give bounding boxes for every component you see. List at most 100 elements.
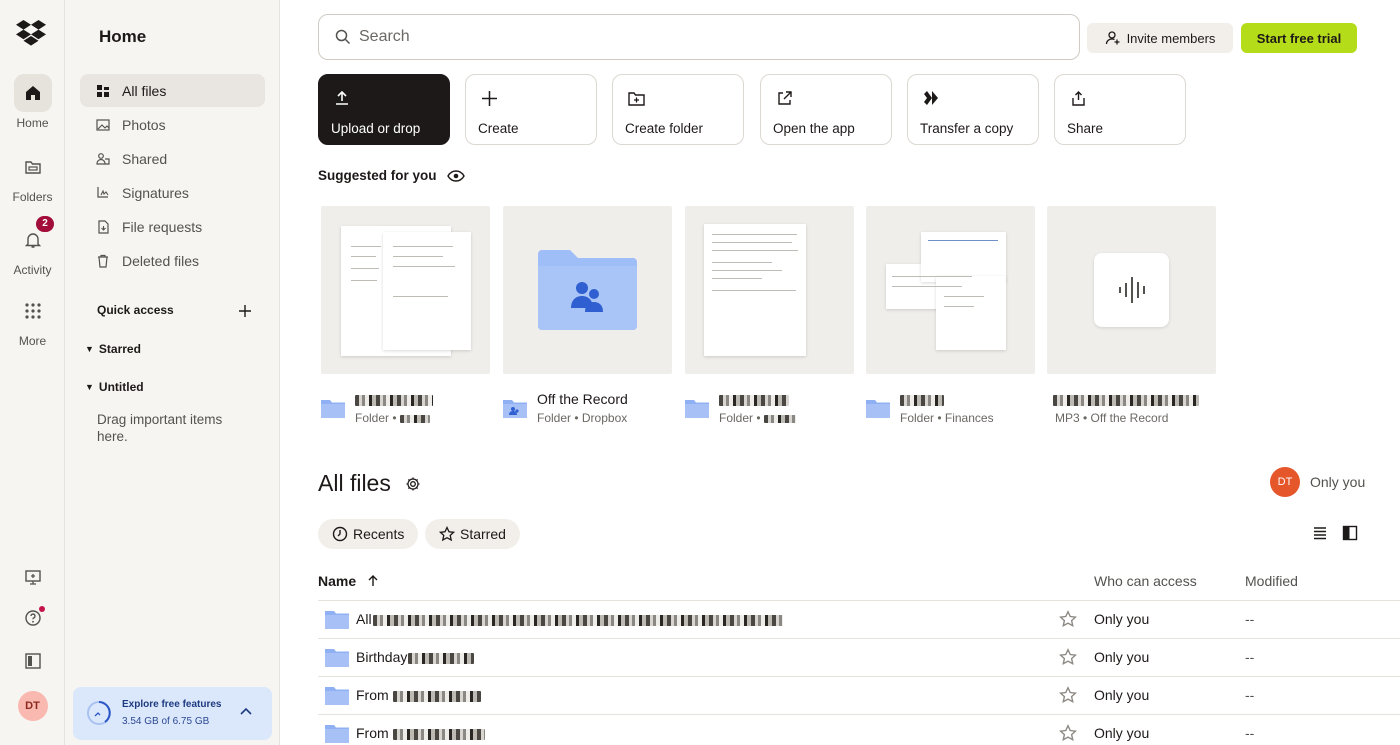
quick-access-heading: Quick access xyxy=(97,303,174,317)
external-link-icon xyxy=(775,89,793,107)
owner-access[interactable]: DT Only you xyxy=(1270,467,1365,497)
shared-folder-icon xyxy=(503,400,527,418)
sidebar-item-all-files[interactable]: All files xyxy=(80,74,265,107)
redacted-text xyxy=(763,414,796,423)
starred-filter-button[interactable]: Starred xyxy=(425,519,520,549)
table-row[interactable]: From Only you -- xyxy=(318,714,1400,745)
untitled-group-toggle[interactable]: ▼ Untitled xyxy=(85,380,144,394)
sidebar-title: Home xyxy=(99,27,147,46)
toggle-panel-button[interactable] xyxy=(0,652,65,670)
column-header-name[interactable]: Name xyxy=(318,573,378,589)
transfer-copy-button[interactable]: Transfer a copy xyxy=(907,74,1039,145)
rail-label: Activity xyxy=(13,263,52,277)
chevron-up-icon[interactable] xyxy=(239,704,253,718)
suggested-card-thumbnail[interactable] xyxy=(1047,206,1216,374)
dropbox-logo-icon[interactable] xyxy=(16,20,46,46)
suggested-card-meta[interactable]: Off the Record Folder • Dropbox xyxy=(503,389,672,429)
rail-label: Folders xyxy=(12,190,53,204)
folder-icon xyxy=(685,400,709,418)
star-icon[interactable] xyxy=(1059,686,1077,704)
share-button[interactable]: Share xyxy=(1054,74,1186,145)
sidebar-item-label: Deleted files xyxy=(122,252,200,269)
gear-icon[interactable] xyxy=(405,476,421,492)
suggested-card-meta[interactable]: Folder • xyxy=(685,389,854,429)
suggested-card-meta[interactable]: Folder • Finances xyxy=(866,389,1035,429)
sidebar-item-label: Signatures xyxy=(122,184,189,201)
all-files-icon xyxy=(96,84,110,98)
folder-icon xyxy=(325,687,349,705)
invite-members-button[interactable]: Invite members xyxy=(1087,23,1233,53)
upload-button[interactable]: Upload or drop xyxy=(318,74,450,145)
sidebar-item-deleted-files[interactable]: Deleted files xyxy=(80,244,265,277)
details-pane-icon[interactable] xyxy=(1342,525,1358,541)
desktop-app-button[interactable] xyxy=(0,568,65,586)
column-header-access[interactable]: Who can access xyxy=(1094,573,1197,589)
list-view-icon[interactable] xyxy=(1312,525,1328,541)
upload-label: Upload or drop xyxy=(331,121,421,136)
start-free-trial-label: Start free trial xyxy=(1256,30,1342,46)
modified-cell: -- xyxy=(1245,687,1255,703)
sidebar-item-signatures[interactable]: Signatures xyxy=(80,176,265,209)
all-files-title: All files xyxy=(318,470,391,496)
upload-icon xyxy=(333,89,351,107)
suggested-card-meta[interactable]: MP3 • Off the Record xyxy=(1047,389,1216,429)
account-button[interactable]: DT xyxy=(0,691,65,721)
help-icon xyxy=(24,610,41,626)
suggested-card-name xyxy=(355,391,433,407)
star-icon[interactable] xyxy=(1059,610,1077,628)
storage-ring-icon xyxy=(87,701,111,725)
file-name: From xyxy=(356,687,481,703)
create-folder-icon xyxy=(627,89,645,107)
add-quick-access-button[interactable] xyxy=(239,301,251,322)
access-cell: Only you xyxy=(1094,611,1150,627)
sidebar-toggle-icon xyxy=(24,653,41,669)
search-bar[interactable] xyxy=(318,14,1080,60)
starred-group-toggle[interactable]: ▼ Starred xyxy=(85,342,141,356)
file-request-icon xyxy=(96,219,110,234)
start-free-trial-button[interactable]: Start free trial xyxy=(1241,23,1357,53)
photo-icon xyxy=(96,118,110,132)
suggested-card-name xyxy=(719,391,789,407)
chevron-down-icon: ▼ xyxy=(85,344,94,354)
suggested-card-thumbnail[interactable] xyxy=(866,206,1035,374)
table-row[interactable]: All Only you -- xyxy=(318,600,1400,638)
rail-item-more[interactable]: More xyxy=(0,292,65,348)
sidebar-item-shared[interactable]: Shared xyxy=(80,142,265,175)
search-icon xyxy=(335,29,351,45)
redacted-text xyxy=(900,394,944,406)
modified-cell: -- xyxy=(1245,611,1255,627)
help-button[interactable] xyxy=(0,606,65,627)
rail-item-home[interactable]: Home xyxy=(0,74,65,130)
rail-item-activity[interactable]: 2 Activity xyxy=(0,216,65,277)
recents-filter-button[interactable]: Recents xyxy=(318,519,419,549)
redacted-text xyxy=(1053,394,1199,406)
column-header-modified[interactable]: Modified xyxy=(1245,573,1298,589)
explore-features-banner[interactable]: Explore free features 3.54 GB of 6.75 GB xyxy=(73,687,272,740)
suggested-card-thumbnail[interactable] xyxy=(685,206,854,374)
suggested-card-subtitle: Folder • xyxy=(355,411,430,425)
table-row[interactable]: From Only you -- xyxy=(318,676,1400,714)
eye-icon[interactable] xyxy=(446,169,465,182)
suggested-card-thumbnail[interactable] xyxy=(503,206,672,374)
chevron-down-icon: ▼ xyxy=(85,382,94,392)
suggested-card-name xyxy=(1053,391,1199,407)
open-app-button[interactable]: Open the app xyxy=(760,74,892,145)
create-folder-button[interactable]: Create folder xyxy=(612,74,744,145)
star-icon[interactable] xyxy=(1059,724,1077,742)
suggested-heading: Suggested for you xyxy=(318,168,465,183)
shared-folder-icon xyxy=(538,250,637,330)
create-button[interactable]: Create xyxy=(465,74,597,145)
grid-icon xyxy=(14,292,52,330)
suggested-card-meta[interactable]: Folder • xyxy=(321,389,490,429)
sidebar-item-file-requests[interactable]: File requests xyxy=(80,210,265,243)
search-input[interactable] xyxy=(359,28,959,46)
rail-item-folders[interactable]: Folders xyxy=(0,148,65,204)
table-row[interactable]: Birthday Only you -- xyxy=(318,638,1400,676)
suggested-card-thumbnail[interactable] xyxy=(321,206,490,374)
access-cell: Only you xyxy=(1094,687,1150,703)
sidebar-item-photos[interactable]: Photos xyxy=(80,108,265,141)
invite-members-label: Invite members xyxy=(1126,30,1216,46)
star-icon[interactable] xyxy=(1059,648,1077,666)
folder-icon xyxy=(325,649,349,667)
audio-waveform-icon xyxy=(1119,277,1145,303)
